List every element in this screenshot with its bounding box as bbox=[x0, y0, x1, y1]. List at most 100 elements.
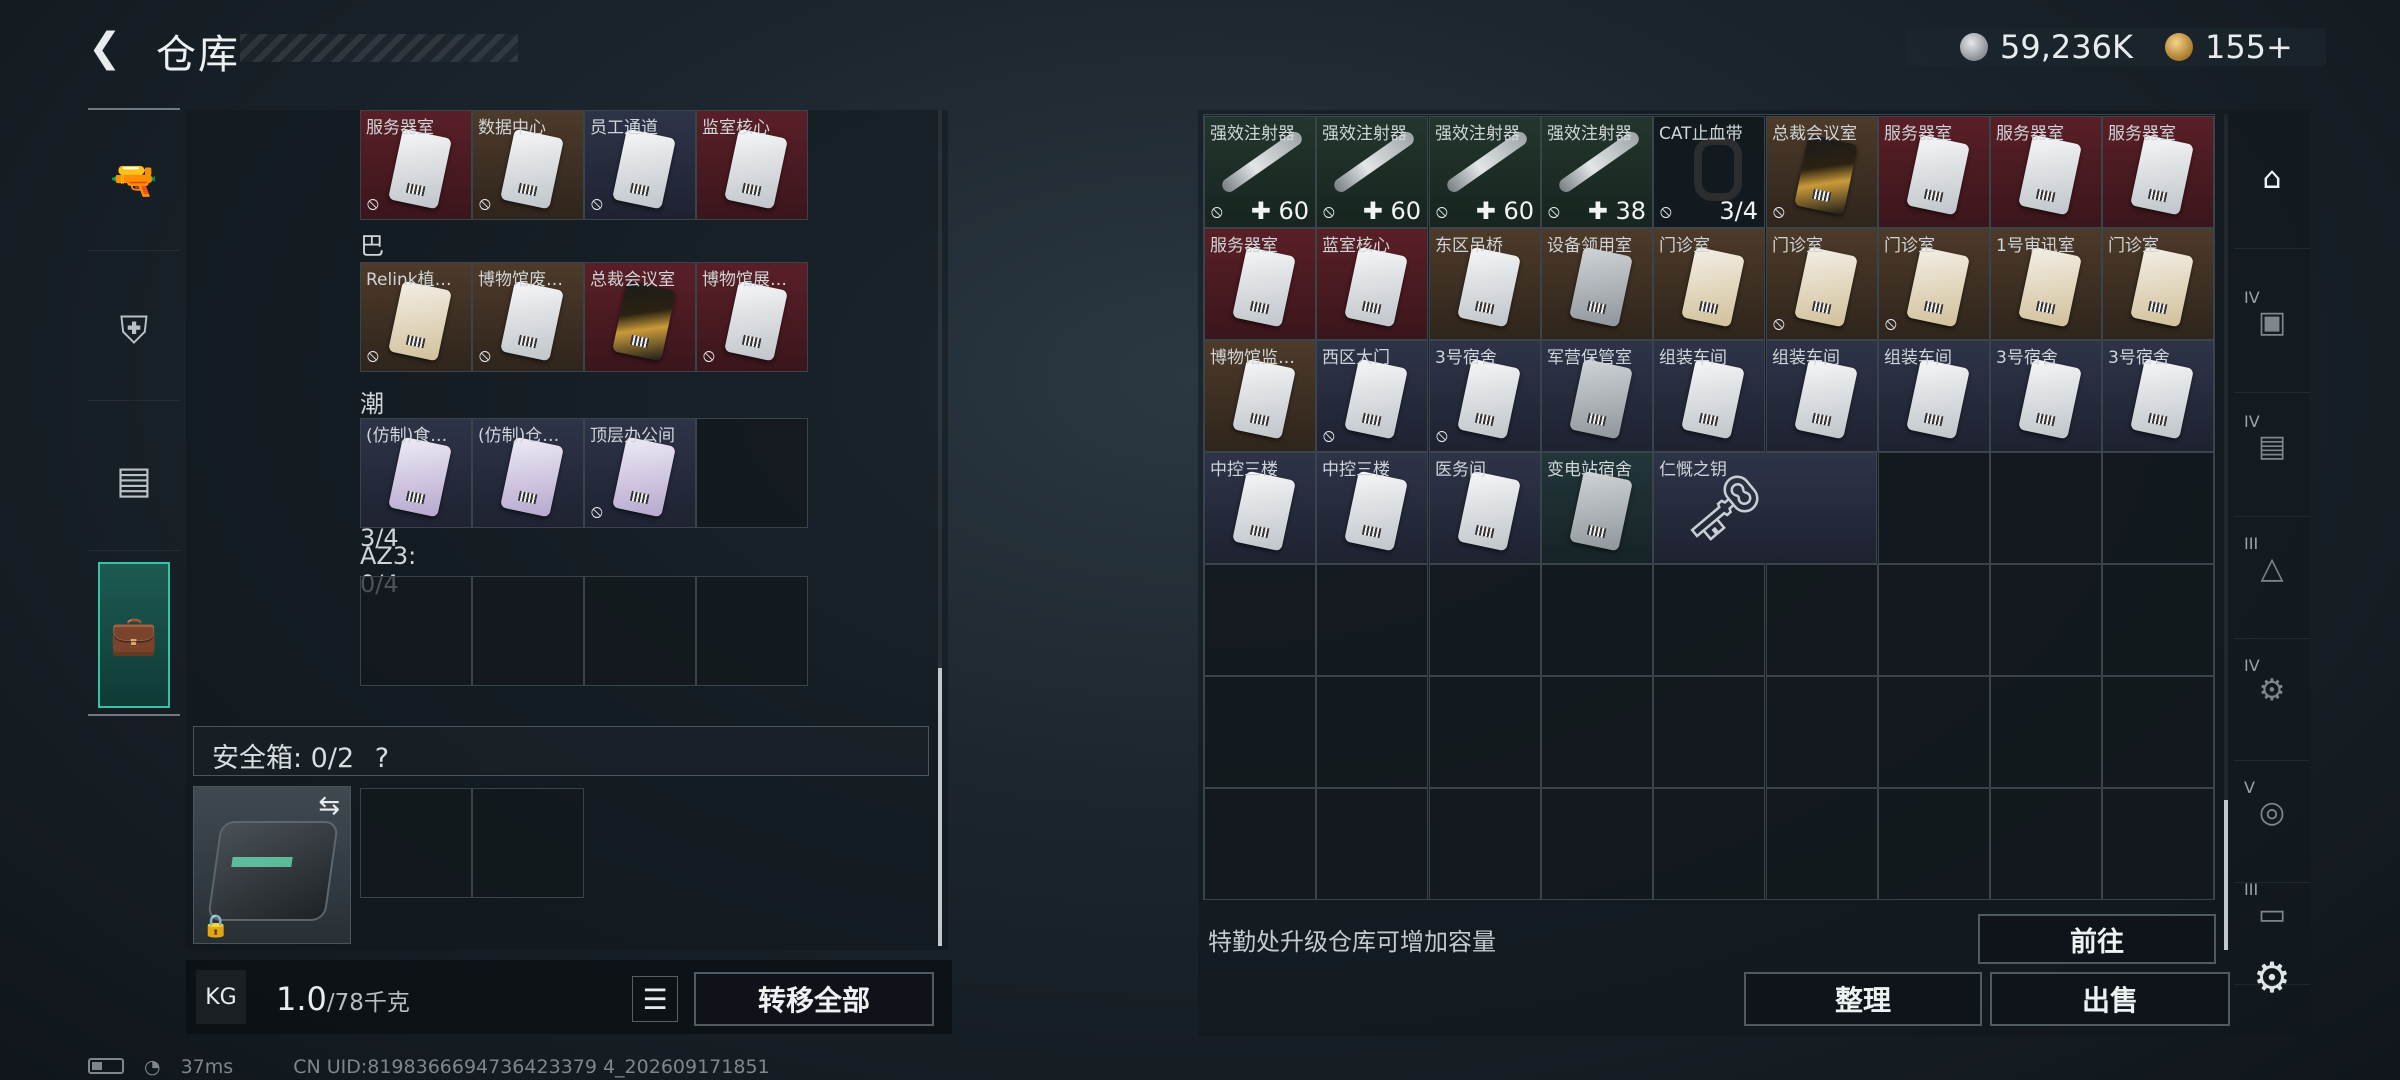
warehouse-slot[interactable]: 西区大门 ⦸ bbox=[1316, 340, 1428, 452]
safe-slot-2[interactable] bbox=[472, 788, 584, 898]
keycard-slot[interactable] bbox=[360, 576, 472, 686]
top-row-slot[interactable]: 监室核心 bbox=[696, 110, 808, 220]
warehouse-slot[interactable]: 服务器室 bbox=[2102, 116, 2214, 228]
warehouse-slot[interactable]: 强效注射器 ⦸ ✚ 60 bbox=[1316, 116, 1428, 228]
keycard-slot[interactable] bbox=[472, 576, 584, 686]
empty-warehouse-slot[interactable] bbox=[1204, 564, 1316, 676]
back-arrow-icon[interactable]: ❮ bbox=[88, 26, 132, 70]
empty-warehouse-slot[interactable] bbox=[1766, 788, 1878, 900]
empty-warehouse-slot[interactable] bbox=[1541, 788, 1653, 900]
warehouse-slot[interactable]: 变电站宿舍 bbox=[1541, 452, 1653, 564]
warehouse-slot[interactable]: 门诊室 bbox=[1653, 228, 1765, 340]
empty-warehouse-slot[interactable] bbox=[1316, 788, 1428, 900]
empty-warehouse-slot[interactable] bbox=[1990, 788, 2102, 900]
warehouse-slot[interactable]: 门诊室 ⦸ bbox=[1766, 228, 1878, 340]
keycard-slot[interactable]: Relink植… ⦸ bbox=[360, 262, 472, 372]
keycard-slot[interactable]: 博物馆展… ⦸ bbox=[696, 262, 808, 372]
warehouse-slot[interactable]: 组装车间 bbox=[1878, 340, 1990, 452]
empty-warehouse-slot[interactable] bbox=[1204, 788, 1316, 900]
warehouse-slot[interactable]: 3号宿舍 bbox=[1990, 340, 2102, 452]
left-scroll-thumb[interactable] bbox=[938, 668, 942, 946]
empty-warehouse-slot[interactable] bbox=[1990, 452, 2102, 564]
empty-warehouse-slot[interactable] bbox=[1878, 564, 1990, 676]
warehouse-slot[interactable]: 医务间 bbox=[1429, 452, 1541, 564]
tab-storage-iv-1-icon[interactable]: IV ▣ bbox=[2234, 252, 2310, 393]
warehouse-slot[interactable]: 强效注射器 ⦸ ✚ 60 bbox=[1429, 116, 1541, 228]
empty-warehouse-slot[interactable] bbox=[2102, 452, 2214, 564]
keycard-slot[interactable]: (仿制)仓… bbox=[472, 418, 584, 528]
tab-storage-iv-3-icon[interactable]: IV ⚙ bbox=[2234, 620, 2310, 761]
transfer-all-button[interactable]: 转移全部 bbox=[694, 972, 934, 1026]
empty-warehouse-slot[interactable] bbox=[1990, 564, 2102, 676]
warehouse-slot[interactable]: 1号审讯室 bbox=[1990, 228, 2102, 340]
empty-warehouse-slot[interactable] bbox=[1990, 676, 2102, 788]
right-scroll-thumb[interactable] bbox=[2224, 800, 2228, 950]
warehouse-slot[interactable]: 服务器室 bbox=[1204, 228, 1316, 340]
keycard-slot[interactable]: 顶层办公间 ⦸ bbox=[584, 418, 696, 528]
top-row-slot[interactable]: 数据中心 ⦸ bbox=[472, 110, 584, 220]
empty-warehouse-slot[interactable] bbox=[1204, 676, 1316, 788]
nav-keycards-icon[interactable]: 💼 bbox=[98, 562, 170, 708]
tab-storage-iv-2-icon[interactable]: IV ▤ bbox=[2234, 376, 2310, 517]
tab-home-icon[interactable]: ⌂ bbox=[2234, 108, 2310, 249]
empty-warehouse-slot[interactable] bbox=[1653, 788, 1765, 900]
warehouse-slot[interactable]: 服务器室 bbox=[1878, 116, 1990, 228]
empty-warehouse-slot[interactable] bbox=[1541, 564, 1653, 676]
top-row-slot[interactable]: 服务器室 ⦸ bbox=[360, 110, 472, 220]
currency-gold[interactable]: 155+ bbox=[2205, 28, 2293, 66]
empty-warehouse-slot[interactable] bbox=[1766, 676, 1878, 788]
empty-warehouse-slot[interactable] bbox=[1878, 676, 1990, 788]
warehouse-slot[interactable]: 门诊室 ⦸ bbox=[1878, 228, 1990, 340]
sort-button[interactable]: 整理 bbox=[1744, 972, 1982, 1026]
empty-warehouse-slot[interactable] bbox=[1766, 564, 1878, 676]
warehouse-slot[interactable]: 组装车间 bbox=[1766, 340, 1878, 452]
empty-warehouse-slot[interactable] bbox=[2102, 676, 2214, 788]
warehouse-slot[interactable]: 博物馆监… bbox=[1204, 340, 1316, 452]
empty-warehouse-slot[interactable] bbox=[1653, 676, 1765, 788]
settings-gear-icon[interactable]: ⚙ bbox=[2250, 956, 2294, 1000]
warehouse-slot[interactable]: 服务器室 bbox=[1990, 116, 2102, 228]
warehouse-slot[interactable]: 设备领用室 bbox=[1541, 228, 1653, 340]
tab-storage-iii-1-icon[interactable]: III △ bbox=[2234, 498, 2310, 639]
help-icon[interactable]: ? bbox=[375, 743, 389, 774]
empty-warehouse-slot[interactable] bbox=[1541, 676, 1653, 788]
safe-case-slot[interactable]: ⇆ 🔒 bbox=[193, 786, 351, 944]
keycard-slot[interactable] bbox=[584, 576, 696, 686]
empty-warehouse-slot[interactable] bbox=[1653, 564, 1765, 676]
sell-button[interactable]: 出售 bbox=[1990, 972, 2230, 1026]
nav-armor-icon[interactable]: ⛨ bbox=[88, 260, 180, 401]
warehouse-slot[interactable]: 中控三楼 bbox=[1316, 452, 1428, 564]
keycard-slot[interactable] bbox=[696, 576, 808, 686]
nav-weapons-icon[interactable]: 🔫 bbox=[88, 110, 180, 251]
warehouse-slot[interactable]: 军营保管室 bbox=[1541, 340, 1653, 452]
list-view-button[interactable]: ☰ bbox=[632, 976, 678, 1022]
empty-warehouse-slot[interactable] bbox=[1316, 564, 1428, 676]
warehouse-slot[interactable]: 总裁会议室 ⦸ bbox=[1766, 116, 1878, 228]
warehouse-slot[interactable]: 强效注射器 ⦸ ✚ 38 bbox=[1541, 116, 1653, 228]
empty-warehouse-slot[interactable] bbox=[1429, 564, 1541, 676]
warehouse-slot[interactable]: CAT止血带 ⦸ 3/4 bbox=[1653, 116, 1765, 228]
keycard-slot[interactable]: 总裁会议室 bbox=[584, 262, 696, 372]
empty-warehouse-slot[interactable] bbox=[1316, 676, 1428, 788]
keycard-slot[interactable]: (仿制)食… bbox=[360, 418, 472, 528]
warehouse-slot[interactable]: 组装车间 bbox=[1653, 340, 1765, 452]
goto-button[interactable]: 前往 bbox=[1978, 914, 2216, 964]
empty-warehouse-slot[interactable] bbox=[1429, 788, 1541, 900]
empty-warehouse-slot[interactable] bbox=[2102, 564, 2214, 676]
warehouse-slot[interactable]: 🗝 仁慨之钥 bbox=[1653, 452, 1877, 564]
warehouse-slot[interactable]: 东区吊桥 bbox=[1429, 228, 1541, 340]
warehouse-slot[interactable]: 3号宿舍 bbox=[2102, 340, 2214, 452]
keycard-slot[interactable]: 博物馆废… ⦸ bbox=[472, 262, 584, 372]
warehouse-slot[interactable]: 中控三楼 bbox=[1204, 452, 1316, 564]
swap-icon[interactable]: ⇆ bbox=[318, 791, 340, 821]
empty-warehouse-slot[interactable] bbox=[1878, 452, 1990, 564]
empty-warehouse-slot[interactable] bbox=[2102, 788, 2214, 900]
warehouse-slot[interactable]: 3号宿舍 ⦸ bbox=[1429, 340, 1541, 452]
keycard-slot[interactable] bbox=[696, 418, 808, 528]
top-row-slot[interactable]: 员工通道 ⦸ bbox=[584, 110, 696, 220]
nav-backpack-icon[interactable]: ▤ bbox=[88, 410, 180, 551]
safe-slot-1[interactable] bbox=[360, 788, 472, 898]
empty-warehouse-slot[interactable] bbox=[1878, 788, 1990, 900]
warehouse-slot[interactable]: 蓝室核心 bbox=[1316, 228, 1428, 340]
warehouse-slot[interactable]: 强效注射器 ⦸ ✚ 60 bbox=[1204, 116, 1316, 228]
